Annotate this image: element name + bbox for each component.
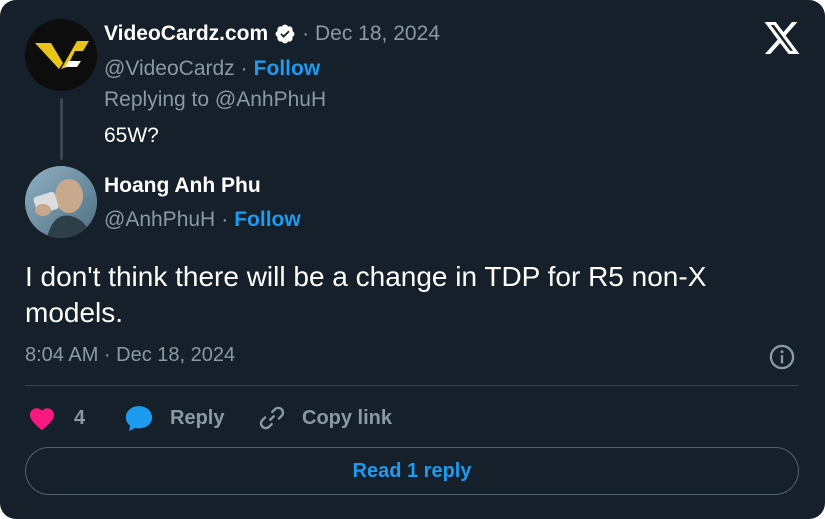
x-logo-icon[interactable] — [764, 22, 800, 54]
display-name[interactable]: VideoCardz.com — [104, 22, 268, 46]
follow-button[interactable]: Follow — [254, 57, 321, 81]
replying-to-label[interactable]: Replying to @AnhPhuH — [104, 88, 326, 112]
follow-button[interactable]: Follow — [234, 208, 301, 232]
like-count: 4 — [74, 406, 86, 429]
tweet-timestamp[interactable]: 8:04 AM · Dec 18, 2024 — [25, 344, 235, 367]
avatar[interactable] — [25, 19, 97, 91]
copy-link-button[interactable]: Copy link — [258, 402, 392, 434]
avatar[interactable] — [25, 166, 97, 238]
verified-badge-icon — [275, 24, 295, 44]
read-replies-button[interactable]: Read 1 reply — [25, 447, 799, 495]
handle[interactable]: @VideoCardz — [104, 57, 235, 81]
parent-handle-row: @VideoCardz · Follow — [104, 57, 320, 81]
reply-name-row: Hoang Anh Phu — [104, 174, 261, 198]
thread-connector-line — [60, 98, 63, 160]
display-name[interactable]: Hoang Anh Phu — [104, 174, 261, 198]
parent-tweet-text: 65W? — [104, 124, 159, 147]
videocardz-logo-icon — [25, 19, 97, 91]
heart-icon — [29, 408, 55, 431]
handle[interactable]: @AnhPhuH — [104, 208, 215, 232]
like-button[interactable]: 4 — [28, 402, 85, 434]
parent-name-row: VideoCardz.com · Dec 18, 2024 — [104, 22, 440, 46]
info-icon[interactable] — [768, 343, 796, 371]
separator-dot: · — [221, 208, 229, 231]
reply-handle-row: @AnhPhuH · Follow — [104, 208, 301, 232]
divider — [25, 385, 799, 386]
reply-label: Reply — [170, 406, 225, 429]
link-icon — [259, 406, 285, 430]
copy-link-label: Copy link — [302, 406, 393, 429]
profile-photo-icon — [25, 166, 97, 238]
tweet-date[interactable]: · Dec 18, 2024 — [302, 22, 440, 46]
reply-button[interactable]: Reply — [124, 402, 224, 434]
separator-dot: · — [240, 57, 248, 80]
tweet-text: I don't think there will be a change in … — [25, 261, 707, 328]
speech-bubble-icon — [125, 406, 153, 432]
embedded-tweet-card: VideoCardz.com · Dec 18, 2024 @VideoCard… — [0, 0, 825, 519]
